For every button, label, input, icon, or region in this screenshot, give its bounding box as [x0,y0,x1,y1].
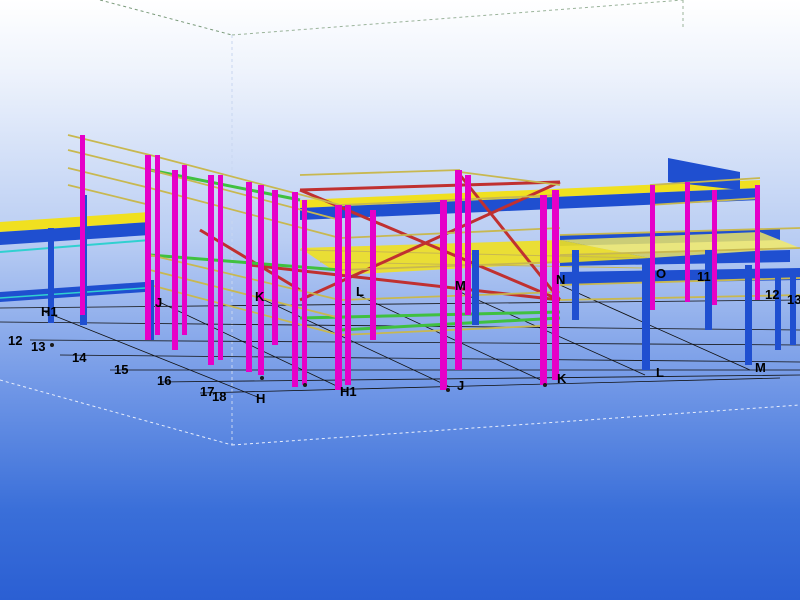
grid-label-k-front: K [557,371,567,386]
grid-label-m-front: M [755,360,766,375]
model-viewport[interactable]: H1 J K L M N O 11 12 13 12 13 14 15 16 1… [0,0,800,600]
ground-grid [0,284,800,399]
grid-label-o-upper: O [656,266,667,281]
grid-label-row-18: 18 [212,389,227,404]
left-beam-run [0,212,151,302]
grid-label-row-16: 16 [157,373,172,388]
grid-label-row-13: 13 [31,339,46,354]
grid-label-h1-front: H1 [340,384,357,399]
structural-model-3d-view[interactable] [0,0,800,600]
grid-label-h-front: H [256,391,266,406]
grid-label-row-15: 15 [114,362,129,377]
grid-label-13-right: 13 [787,292,800,307]
grid-label-row-14: 14 [72,350,87,365]
grid-label-k-upper: K [255,289,265,304]
grid-label-n-upper: N [556,272,566,287]
grid-label-l-front: L [656,365,664,380]
blue-columns [48,195,796,370]
grid-label-12-right: 12 [765,287,780,302]
grid-label-11-right: 11 [697,269,711,284]
grid-label-j-front: J [457,378,465,393]
grid-label-l-upper: L [356,284,364,299]
grid-label-j-upper: J [155,295,163,310]
grid-label-m-upper: M [455,278,466,293]
grid-label-h1-left: H1 [41,304,58,319]
grid-label-row-12: 12 [8,333,23,348]
